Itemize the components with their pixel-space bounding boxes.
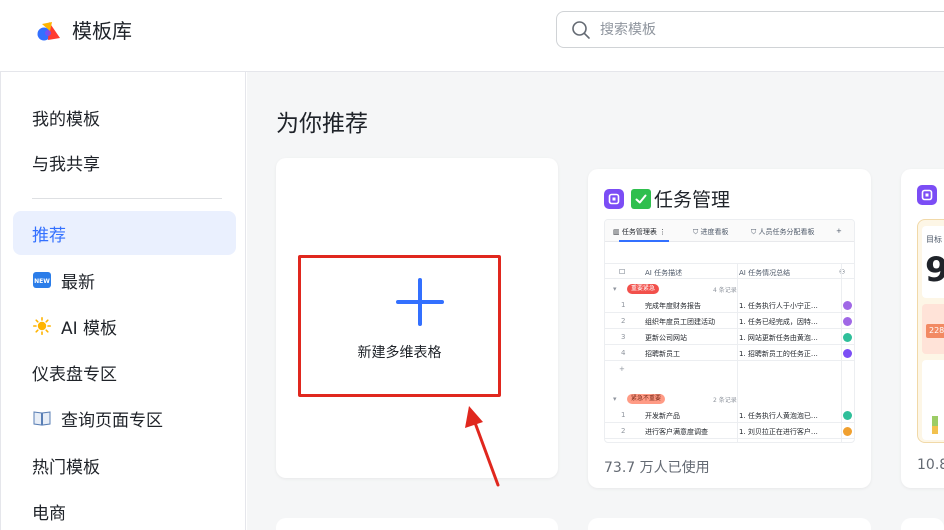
sidebar-item-latest[interactable]: NEW 最新: [13, 258, 236, 302]
avatar: [843, 333, 852, 342]
new-base-card[interactable]: 新建多维表格: [276, 158, 558, 478]
sidebar: 我的模板 与我共享 推荐 NEW 最新 AI 模板 仪表盘专区 查询页面专区 热…: [0, 72, 246, 530]
preview-group-header: ▾ 紧急不重要 2 条记录: [613, 394, 737, 404]
plus-icon: [396, 278, 444, 326]
sidebar-item-ecommerce[interactable]: 电商: [13, 489, 236, 530]
template-card-partial-bottom[interactable]: [901, 518, 944, 530]
sidebar-item-label: 电商: [32, 503, 66, 524]
sidebar-divider: [32, 198, 222, 199]
template-card-task-management[interactable]: 任务管理 ▥ 任务管理表 ⋮ ⛉ 进度看板 ⛉ 人员任务分配看板 + ☐ AI …: [588, 169, 871, 488]
avatar: [843, 411, 852, 420]
base-app-icon: [604, 188, 624, 209]
sidebar-item-label: 与我共享: [32, 154, 100, 175]
preview-row: 1 开发新产品 1. 任务执行人黄泡泡已…: [605, 407, 854, 423]
base-app-icon: [917, 185, 937, 205]
sidebar-item-label: 查询页面专区: [61, 410, 163, 431]
sidebar-item-label: 我的模板: [32, 109, 100, 130]
sidebar-item-label: 热门模板: [32, 457, 100, 478]
new-base-label: 新建多维表格: [357, 345, 442, 361]
avatar: [843, 301, 852, 310]
open-book-icon: [32, 408, 52, 428]
sidebar-item-query-page-zone[interactable]: 查询页面专区: [13, 396, 236, 440]
preview-tab: ⛉ 人员任务分配看板: [751, 228, 815, 236]
app-logo-icon[interactable]: [36, 18, 62, 44]
search-input[interactable]: [600, 20, 920, 40]
preview-add-tab-icon: +: [836, 227, 842, 235]
sparkle-sun-icon: [32, 316, 52, 336]
sidebar-item-label: 最新: [61, 272, 95, 293]
preview-row: 4 招聘新员工 1. 招聘新员工的任务正…: [605, 345, 854, 361]
preview-tab-indicator: [619, 240, 669, 242]
avatar: [843, 349, 852, 358]
sidebar-item-popular-templates[interactable]: 热门模板: [13, 443, 236, 487]
template-preview: ▥ 任务管理表 ⋮ ⛉ 进度看板 ⛉ 人员任务分配看板 + ☐ AI 任务描述 …: [604, 219, 855, 443]
sidebar-item-label: 推荐: [32, 225, 66, 246]
checkmark-icon: [631, 188, 651, 209]
preview-row: 2 进行客户满意度调查 1. 刘贝拉正在进行客户…: [605, 423, 854, 439]
search-icon: [572, 21, 590, 39]
template-card-partial-bottom[interactable]: [588, 518, 871, 530]
preview-tabs: ▥ 任务管理表 ⋮ ⛉ 进度看板 ⛉ 人员任务分配看板 +: [605, 220, 854, 242]
card-title: 任务管理: [654, 189, 731, 211]
preview-row: 2 组织年度员工团建活动 1. 任务已经完成，因特…: [605, 313, 854, 329]
sidebar-item-shared-with-me[interactable]: 与我共享: [13, 140, 236, 184]
app-title: 模板库: [72, 19, 132, 43]
search-box[interactable]: [556, 11, 944, 48]
card-header: [917, 185, 944, 205]
usage-count: 10.8: [917, 457, 944, 473]
avatar: [843, 317, 852, 326]
preview-row: 1 完成年度财务报告 1. 任务执行人于小宁正…: [605, 297, 854, 313]
sidebar-item-label: 仪表盘专区: [32, 364, 117, 385]
usage-count: 73.7 万人已使用: [604, 460, 710, 476]
new-badge-icon: NEW: [32, 270, 52, 290]
sidebar-item-recommended[interactable]: 推荐: [13, 211, 236, 255]
sidebar-item-label: AI 模板: [61, 318, 118, 339]
preview-add-row: +: [619, 365, 625, 373]
section-title: 为你推荐: [276, 111, 368, 137]
preview-tab: ⛉ 进度看板: [693, 228, 729, 236]
sidebar-item-my-templates[interactable]: 我的模板: [13, 95, 236, 139]
preview-group-header: ▾ 重要紧急 4 条记录: [613, 284, 737, 294]
sidebar-item-ai-templates[interactable]: AI 模板: [13, 304, 236, 348]
card-header: 任务管理: [604, 185, 730, 212]
new-base-highlight[interactable]: 新建多维表格: [298, 255, 501, 397]
preview-tab: ▥ 任务管理表 ⋮: [613, 228, 667, 236]
template-card-partial-bottom[interactable]: [276, 518, 558, 530]
new-badge-text: NEW: [34, 278, 50, 285]
template-card-partial[interactable]: 目标 9 228 10.8: [901, 169, 944, 488]
preview-header-row: ☐ AI 任务描述 AI 任务情况总结 ⚇: [605, 263, 854, 279]
sidebar-item-dashboard-zone[interactable]: 仪表盘专区: [13, 350, 236, 394]
top-header: 模板库: [0, 0, 944, 72]
main-content: 为你推荐 新建多维表格 任务管理 ▥ 任务管理表 ⋮ ⛉ 进度看板 ⛉ 人员任务…: [247, 72, 944, 530]
avatar: [843, 427, 852, 436]
preview-row: 3 更新公司网站 1. 网站更新任务由黄泡…: [605, 329, 854, 345]
template-preview: 目标 9 228: [917, 219, 944, 443]
